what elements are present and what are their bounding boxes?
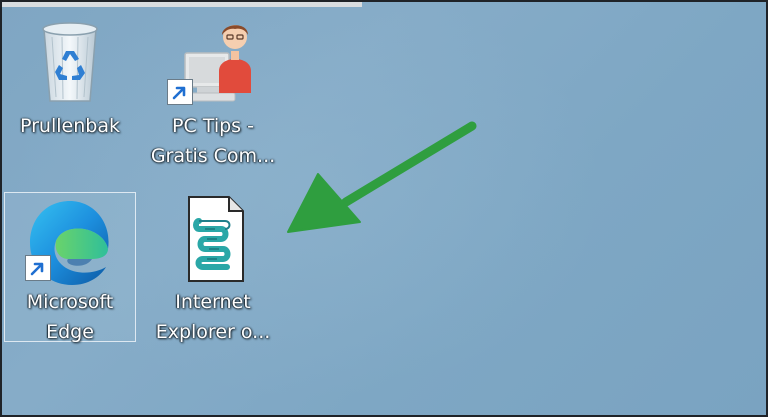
label-line: Internet (175, 291, 251, 313)
label-line: Edge (46, 321, 94, 343)
desktop-icon-pc-tips[interactable]: PC Tips - Gratis Com... (147, 6, 279, 167)
icon-label-microsoft-edge: Microsoft Edge (5, 287, 135, 347)
green-arrow-icon (272, 112, 487, 247)
label-line: Explorer o... (155, 321, 271, 343)
icon-label-recycle-bin: Prullenbak (5, 111, 135, 141)
label-line: Microsoft (26, 291, 114, 313)
screenshot-frame: Prullenbak PC Tips - Gratis Com... Micro… (0, 0, 768, 417)
desktop-icon-recycle-bin[interactable]: Prullenbak (4, 6, 136, 156)
shortcut-arrow-icon (25, 255, 51, 281)
label-line: Prullenbak (20, 115, 120, 137)
label-line: Gratis Com... (150, 145, 276, 167)
desktop: Prullenbak PC Tips - Gratis Com... Micro… (2, 2, 766, 415)
desktop-icon-internet-explorer-script[interactable]: Internet Explorer o... (147, 192, 279, 343)
recycle-bin-icon (22, 13, 118, 109)
label-line: PC Tips - (172, 115, 254, 137)
icon-label-internet-explorer-script: Internet Explorer o... (148, 287, 278, 347)
shortcut-arrow-icon (167, 79, 193, 105)
icon-label-pc-tips: PC Tips - Gratis Com... (148, 111, 278, 171)
desktop-icon-microsoft-edge[interactable]: Microsoft Edge (4, 192, 136, 343)
script-file-icon (165, 195, 261, 291)
